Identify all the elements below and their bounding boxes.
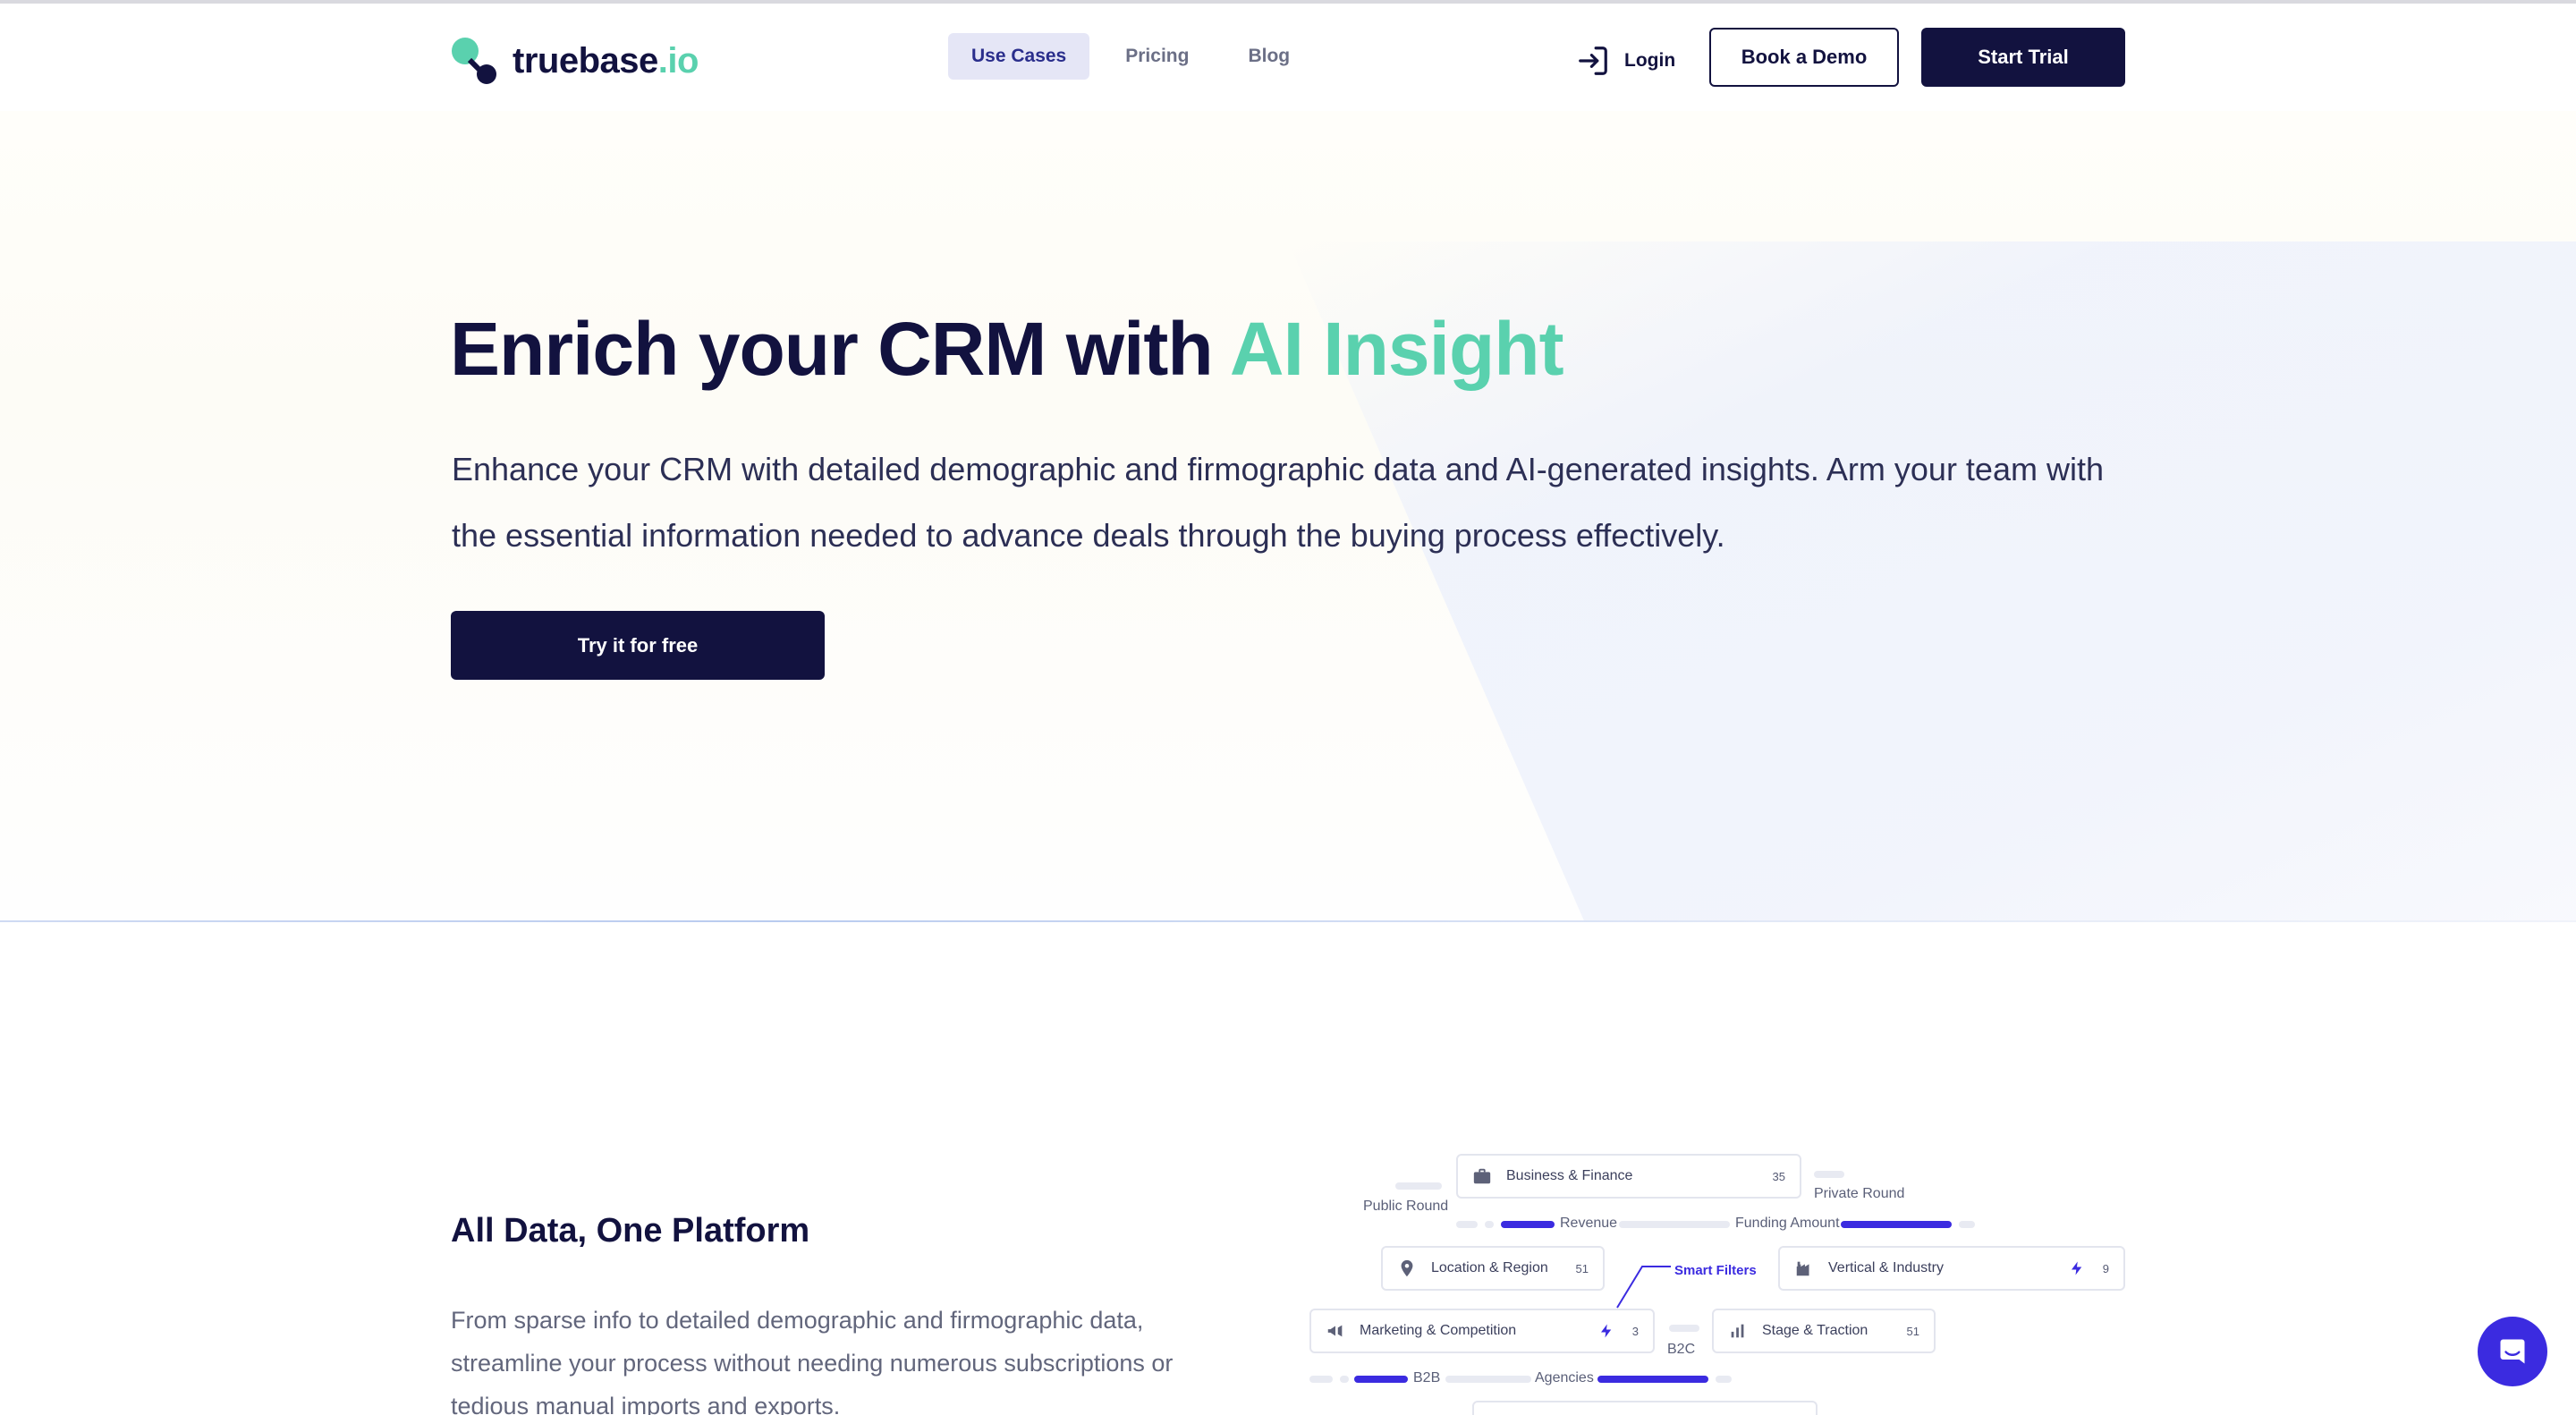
card-count: 9 xyxy=(2102,1261,2109,1275)
location-pin-icon xyxy=(1397,1258,1417,1278)
label-smart-filters: Smart Filters xyxy=(1674,1263,1757,1278)
megaphone-icon xyxy=(1326,1321,1345,1341)
section-title: All Data, One Platform xyxy=(451,1212,810,1250)
decor-pill-active xyxy=(1501,1221,1555,1228)
hero-title-accent: AI Insight xyxy=(1229,307,1564,391)
hero-title: Enrich your CRM with AI Insight xyxy=(450,307,1564,391)
hero-subtitle: Enhance your CRM with detailed demograph… xyxy=(452,451,2104,554)
site-header: truebase.io Use Cases Pricing Blog Login… xyxy=(0,4,2576,111)
label-public-round: Public Round xyxy=(1363,1199,1449,1214)
card-label: Business & Finance xyxy=(1506,1168,1633,1183)
label-funding-amount: Funding Amount xyxy=(1735,1216,1840,1231)
category-card-location-region[interactable]: Location & Region 51 xyxy=(1381,1246,1605,1291)
decor-pill xyxy=(1340,1376,1349,1383)
decor-pill xyxy=(1814,1171,1844,1178)
label-b2c: B2C xyxy=(1667,1342,1696,1357)
card-label: Vertical & Industry xyxy=(1828,1260,1944,1275)
main-nav: Use Cases Pricing Blog xyxy=(948,33,1313,80)
decor-pill xyxy=(1456,1221,1478,1228)
label-b2b: B2B xyxy=(1413,1370,1441,1385)
category-card-partial xyxy=(1472,1401,1818,1415)
label-agencies: Agencies xyxy=(1535,1370,1594,1385)
decor-pill-active xyxy=(1841,1221,1952,1228)
decor-pill xyxy=(1669,1325,1699,1332)
logo-wordmark: truebase.io xyxy=(513,40,699,80)
decor-pill xyxy=(1395,1182,1442,1190)
decor-pill xyxy=(1619,1221,1730,1228)
smart-filters-connector xyxy=(1616,1266,1671,1309)
book-demo-button[interactable]: Book a Demo xyxy=(1709,28,1899,87)
decor-pill-active xyxy=(1597,1376,1708,1383)
hero-divider xyxy=(0,920,2576,922)
section-body: From sparse info to detailed demographic… xyxy=(451,1307,1174,1415)
chat-icon xyxy=(2500,1339,2525,1364)
start-trial-button[interactable]: Start Trial xyxy=(1921,28,2125,87)
try-free-button[interactable]: Try it for free xyxy=(451,611,825,680)
category-card-stage-traction[interactable]: Stage & Traction 51 xyxy=(1712,1309,1936,1353)
briefcase-icon xyxy=(1472,1166,1492,1186)
login-link[interactable]: Login xyxy=(1576,39,1675,82)
decor-pill xyxy=(1959,1221,1975,1228)
decor-pill-active xyxy=(1354,1376,1408,1383)
login-arrow-icon xyxy=(1579,47,1607,75)
brand-logo[interactable]: truebase.io xyxy=(452,36,699,86)
card-label: Stage & Traction xyxy=(1762,1323,1868,1338)
nav-blog[interactable]: Blog xyxy=(1224,33,1313,80)
category-card-marketing-competition[interactable]: Marketing & Competition 3 xyxy=(1309,1309,1655,1353)
factory-icon xyxy=(1794,1258,1814,1278)
nav-pricing[interactable]: Pricing xyxy=(1102,33,1212,80)
decor-pill xyxy=(1485,1221,1494,1228)
lightning-icon xyxy=(1600,1324,1612,1338)
nav-use-cases[interactable]: Use Cases xyxy=(948,33,1090,80)
card-label: Location & Region xyxy=(1431,1260,1548,1275)
bar-chart-icon xyxy=(1728,1321,1748,1341)
lightning-icon xyxy=(2071,1261,2082,1275)
decor-pill xyxy=(1716,1376,1732,1383)
category-card-vertical-industry[interactable]: Vertical & Industry 9 xyxy=(1778,1246,2125,1291)
card-count: 35 xyxy=(1772,1169,1785,1183)
category-card-business-finance[interactable]: Business & Finance 35 xyxy=(1456,1154,1801,1199)
decor-pill xyxy=(1309,1376,1333,1383)
card-count: 3 xyxy=(1631,1324,1639,1338)
decor-pill xyxy=(1445,1376,1531,1383)
login-label: Login xyxy=(1624,50,1676,71)
card-count: 51 xyxy=(1906,1324,1919,1338)
card-label: Marketing & Competition xyxy=(1360,1323,1517,1338)
card-count: 51 xyxy=(1575,1261,1589,1275)
label-private-round: Private Round xyxy=(1814,1186,1905,1201)
chat-launcher-button[interactable] xyxy=(2478,1317,2547,1386)
logo-mark-icon xyxy=(452,38,496,84)
label-revenue: Revenue xyxy=(1560,1216,1618,1231)
